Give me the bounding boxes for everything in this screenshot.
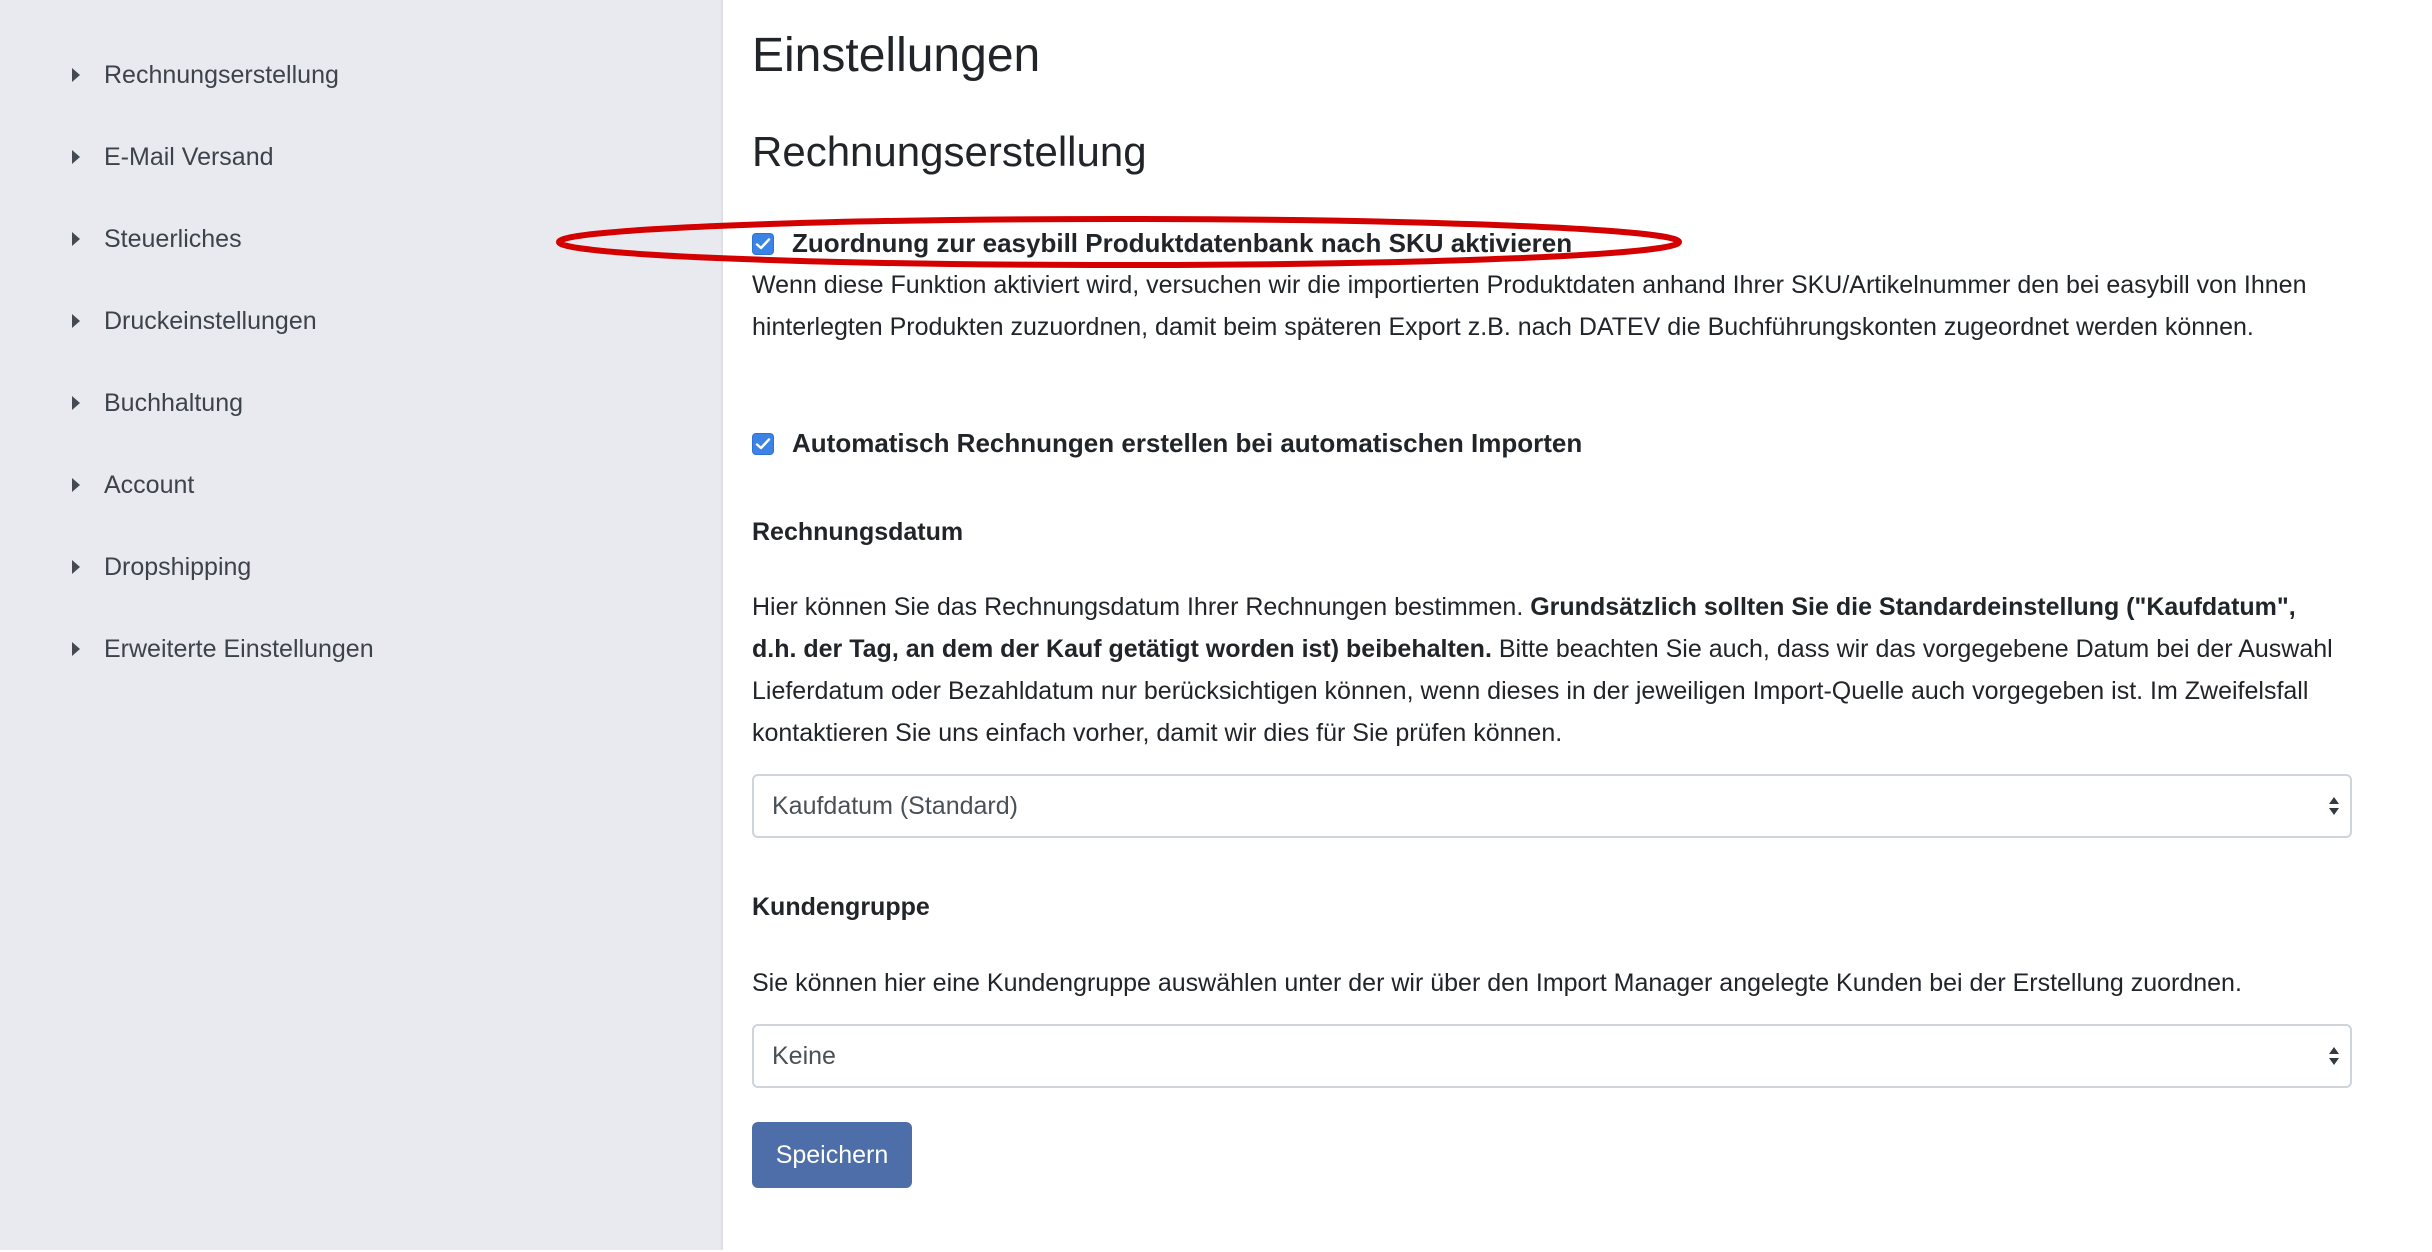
sidebar-item-label: Steuerliches bbox=[104, 224, 242, 253]
customer-group-description: Sie können hier eine Kundengruppe auswäh… bbox=[752, 969, 2242, 997]
invoice-date-select[interactable]: Kaufdatum (Standard) bbox=[752, 774, 2352, 838]
sku-mapping-label[interactable]: Zuordnung zur easybill Produktdatenbank … bbox=[792, 228, 1572, 259]
caret-right-icon bbox=[72, 314, 80, 328]
caret-right-icon bbox=[72, 232, 80, 246]
sku-mapping-description: Wenn diese Funktion aktiviert wird, vers… bbox=[752, 271, 2307, 341]
sidebar-item-dropshipping[interactable]: Dropshipping bbox=[72, 547, 251, 587]
caret-right-icon bbox=[72, 150, 80, 164]
checkmark-icon bbox=[755, 437, 771, 449]
sidebar-item-erweiterte-einstellungen[interactable]: Erweiterte Einstellungen bbox=[72, 629, 374, 669]
save-button[interactable]: Speichern bbox=[752, 1122, 912, 1188]
sidebar-item-rechnungserstellung[interactable]: Rechnungserstellung bbox=[72, 55, 339, 95]
auto-invoice-label[interactable]: Automatisch Rechnungen erstellen bei aut… bbox=[792, 428, 1582, 459]
page-title: Einstellungen bbox=[752, 29, 1041, 82]
invoice-date-description: Hier können Sie das Rechnungsdatum Ihrer… bbox=[752, 586, 2342, 754]
sidebar-item-label: Dropshipping bbox=[104, 552, 252, 581]
auto-invoice-checkbox[interactable] bbox=[752, 432, 774, 455]
caret-right-icon bbox=[72, 396, 80, 410]
customer-group-heading: Kundengruppe bbox=[752, 893, 930, 921]
sidebar-item-account[interactable]: Account bbox=[72, 465, 194, 505]
sidebar-item-email-versand[interactable]: E-Mail Versand bbox=[72, 137, 274, 177]
invoice-date-selected-value: Kaufdatum (Standard) bbox=[772, 791, 1018, 820]
sidebar-item-label: Rechnungserstellung bbox=[104, 60, 339, 89]
sidebar: Rechnungserstellung E-Mail Versand Steue… bbox=[0, 0, 723, 1250]
sidebar-item-druckeinstellungen[interactable]: Druckeinstellungen bbox=[72, 301, 317, 341]
customer-group-select[interactable]: Keine bbox=[752, 1024, 2352, 1088]
sku-mapping-option: Zuordnung zur easybill Produktdatenbank … bbox=[752, 228, 1572, 259]
sidebar-item-label: E-Mail Versand bbox=[104, 142, 274, 171]
customer-group-selected-value: Keine bbox=[772, 1041, 836, 1070]
sidebar-item-steuerliches[interactable]: Steuerliches bbox=[72, 219, 242, 259]
invoice-date-text-part1: Hier können Sie das Rechnungsdatum Ihrer… bbox=[752, 593, 1531, 621]
checkmark-icon bbox=[755, 237, 771, 249]
sku-mapping-checkbox[interactable] bbox=[752, 232, 774, 255]
caret-right-icon bbox=[72, 642, 80, 656]
caret-right-icon bbox=[72, 478, 80, 492]
sidebar-item-label: Account bbox=[104, 470, 195, 499]
caret-right-icon bbox=[72, 560, 80, 574]
sidebar-item-label: Erweiterte Einstellungen bbox=[104, 634, 374, 663]
sidebar-item-label: Buchhaltung bbox=[104, 388, 244, 417]
select-arrows-icon bbox=[2329, 1047, 2339, 1065]
caret-right-icon bbox=[72, 68, 80, 82]
sidebar-item-buchhaltung[interactable]: Buchhaltung bbox=[72, 383, 243, 423]
invoice-date-heading: Rechnungsdatum bbox=[752, 518, 964, 546]
sidebar-item-label: Druckeinstellungen bbox=[104, 306, 317, 335]
settings-page: Rechnungserstellung E-Mail Versand Steue… bbox=[0, 0, 2432, 1252]
select-arrows-icon bbox=[2329, 797, 2339, 815]
section-title: Rechnungserstellung bbox=[752, 128, 1147, 175]
auto-invoice-option: Automatisch Rechnungen erstellen bei aut… bbox=[752, 428, 1582, 459]
